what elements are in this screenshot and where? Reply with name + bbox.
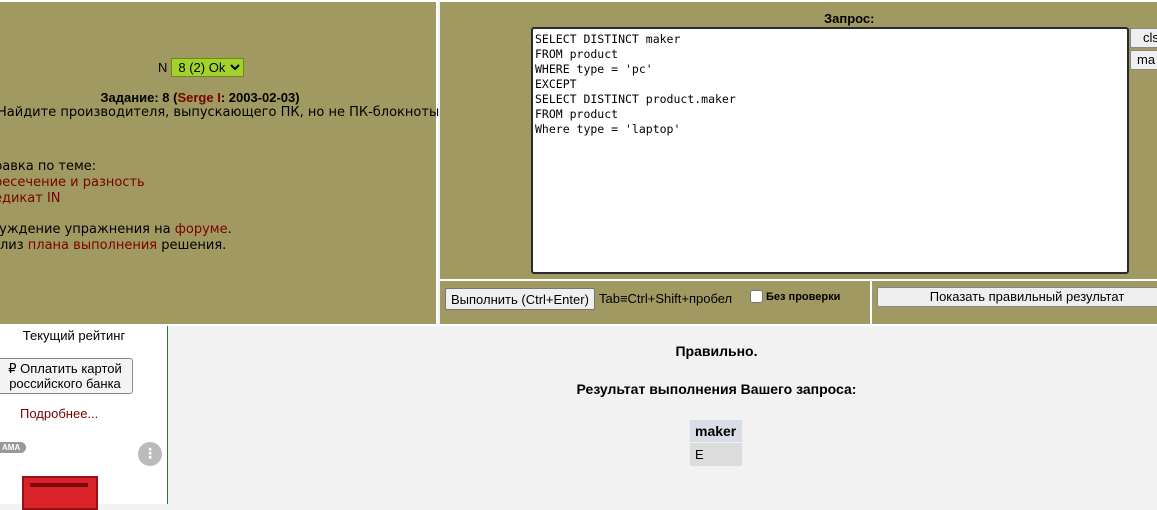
task-title-suffix: : 2003-02-03) <box>220 90 300 105</box>
ad-label: AMA <box>0 442 27 453</box>
task-number-label: N <box>158 60 168 75</box>
table-header-row: maker <box>690 420 742 442</box>
task-title: Задание: 8 (Serge I: 2003-02-03) <box>0 90 400 105</box>
help-label: равка по теме: <box>0 159 97 174</box>
plan-suffix: решения. <box>157 238 227 253</box>
more-link[interactable]: Подробнее... <box>20 406 98 421</box>
query-label: Запрос: <box>824 11 875 26</box>
table-row: E <box>690 443 742 466</box>
pay-card-button[interactable]: ₽ Оплатить картой российского банка <box>0 358 133 394</box>
current-rating-label[interactable]: Текущий рейтинг <box>0 328 148 343</box>
no-verify-label: Без проверки <box>766 290 841 303</box>
max-button[interactable]: ma <box>1130 50 1157 70</box>
help-link-set-operations[interactable]: ресечение и разность <box>0 175 145 191</box>
help-block: равка по теме: ресечение и разность едик… <box>0 159 145 207</box>
no-verify-option[interactable]: Без проверки <box>750 290 840 303</box>
forum-link[interactable]: форуме <box>175 222 228 237</box>
result-area: Правильно. Результат выполнения Вашего з… <box>168 326 1157 504</box>
run-query-button[interactable]: Выполнить (Ctrl+Enter) <box>445 288 595 310</box>
tab-hint: Tab≡Ctrl+Shift+пробел <box>599 291 733 306</box>
query-panel: Запрос: SELECT DISTINCT maker FROM produ… <box>440 0 1157 279</box>
ad-image[interactable] <box>22 476 98 510</box>
result-table: maker E <box>689 419 743 467</box>
show-correct-result-button[interactable]: Показать правильный результат <box>877 287 1157 307</box>
query-editor[interactable]: SELECT DISTINCT maker FROM product WHERE… <box>531 27 1129 274</box>
task-author-link[interactable]: Serge I <box>177 90 220 105</box>
clear-button[interactable]: cls <box>1130 28 1157 48</box>
task-selector: N 8 (2) Ok <box>158 58 245 77</box>
show-result-panel: Показать правильный результат <box>872 281 1157 324</box>
result-status: Правильно. <box>675 343 758 359</box>
run-panel: Выполнить (Ctrl+Enter) Tab≡Ctrl+Shift+пр… <box>440 281 870 324</box>
sidebar: Текущий рейтинг ₽ Оплатить картой россий… <box>0 326 168 510</box>
help-link-in-predicate[interactable]: едикат IN <box>0 191 145 207</box>
column-header: maker <box>690 420 742 442</box>
table-cell: E <box>690 443 742 466</box>
plan-text: ализ <box>0 238 24 253</box>
discuss-suffix: . <box>227 222 232 237</box>
task-text: Найдите производителя, выпускающего ПК, … <box>0 105 444 120</box>
discuss-text: суждение упражнения на <box>0 222 175 237</box>
no-verify-checkbox[interactable] <box>750 290 763 303</box>
task-panel: N 8 (2) Ok Задание: 8 (Serge I: 2003-02-… <box>0 0 443 324</box>
result-title: Результат выполнения Вашего запроса: <box>576 381 857 397</box>
task-select[interactable]: 8 (2) Ok <box>171 58 245 77</box>
execution-plan-link[interactable]: плана выполнения <box>28 238 157 253</box>
task-title-prefix: Задание: 8 ( <box>100 90 178 105</box>
ad-menu-icon[interactable]: ⋮ <box>138 442 162 466</box>
discussion-block: суждение упражнения на форуме. ализ план… <box>0 222 232 254</box>
